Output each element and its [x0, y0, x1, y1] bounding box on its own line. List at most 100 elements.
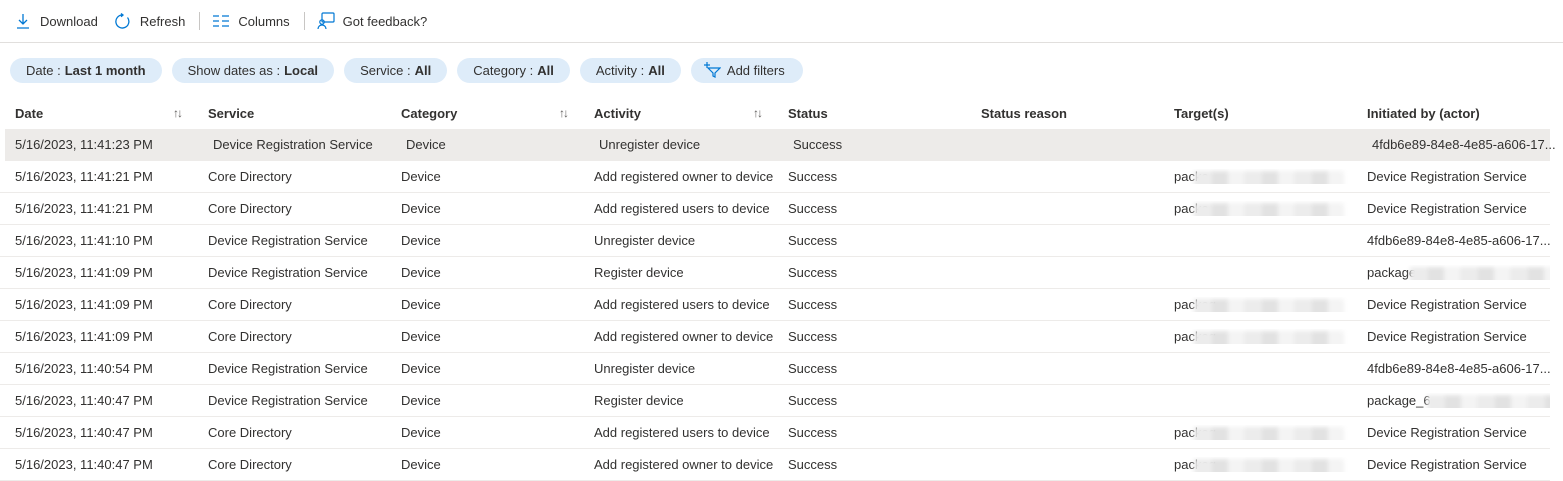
filter-service[interactable]: Service : All [344, 57, 448, 83]
redacted-value [1410, 267, 1550, 280]
columns-label: Columns [238, 13, 290, 29]
filter-date[interactable]: Date : Last 1 month [10, 57, 162, 83]
cell-status: Success [788, 233, 838, 248]
feedback-icon [317, 12, 335, 30]
cell-targets: packag [1159, 329, 1352, 344]
cell-initiated-by: Device Registration Service [1367, 457, 1527, 472]
table-row[interactable]: 5/16/2023, 11:41:21 PM Core Directory De… [0, 193, 1550, 225]
download-label: Download [40, 13, 98, 29]
table-row[interactable]: 5/16/2023, 11:40:47 PM Core Directory De… [0, 417, 1550, 449]
columns-button[interactable]: Columns [210, 6, 295, 36]
redacted-value [1194, 427, 1344, 440]
column-header-service[interactable]: Service [193, 106, 386, 121]
filter-activity[interactable]: Activity : All [579, 57, 681, 83]
cell-date: 5/16/2023, 11:40:47 PM [15, 425, 153, 440]
cell-date: 5/16/2023, 11:41:21 PM [15, 169, 153, 184]
cell-category: Device [401, 425, 441, 440]
column-header-targets[interactable]: Target(s) [1159, 106, 1352, 121]
cell-service: Core Directory [208, 329, 292, 344]
toolbar-divider [303, 12, 305, 30]
column-header-status[interactable]: Status [773, 106, 966, 121]
table-row[interactable]: 5/16/2023, 11:40:47 PM Core Directory De… [0, 449, 1550, 481]
cell-initiated-by: 4fdb6e89-84e8-4e85-a606-17... [1372, 137, 1555, 152]
cell-date: 5/16/2023, 11:41:10 PM [15, 233, 153, 248]
cell-service: Device Registration Service [213, 137, 373, 152]
cell-date: 5/16/2023, 11:40:47 PM [15, 457, 153, 472]
column-header-initiated-by[interactable]: Initiated by (actor) [1352, 106, 1550, 121]
cell-targets: packag [1159, 425, 1352, 440]
cell-status: Success [788, 457, 838, 472]
redacted-value [1194, 171, 1344, 184]
column-header-activity[interactable]: Activity ↑↓ [579, 106, 773, 121]
cell-status: Success [788, 329, 838, 344]
feedback-button[interactable]: Got feedback? [315, 6, 434, 36]
cell-activity: Unregister device [594, 361, 696, 376]
cell-category: Device [401, 393, 441, 408]
cell-date: 5/16/2023, 11:41:09 PM [15, 329, 153, 344]
cell-service: Core Directory [208, 425, 292, 440]
cell-status: Success [788, 361, 838, 376]
column-header-category[interactable]: Category ↑↓ [386, 106, 579, 121]
cell-initiated-by: package_6 [1352, 393, 1550, 408]
cell-initiated-by: Device Registration Service [1367, 425, 1527, 440]
cell-status: Success [788, 201, 838, 216]
redacted-value [1194, 299, 1344, 312]
redacted-value [1194, 331, 1344, 344]
cell-initiated-by: 4fdb6e89-84e8-4e85-a606-17... [1367, 233, 1550, 248]
cell-category: Device [401, 361, 441, 376]
sort-icon[interactable]: ↑↓ [753, 106, 763, 120]
table-row[interactable]: 5/16/2023, 11:41:21 PM Core Directory De… [0, 161, 1550, 193]
cell-category: Device [401, 297, 441, 312]
filter-show-dates[interactable]: Show dates as : Local [171, 57, 335, 83]
cell-service: Device Registration Service [208, 265, 368, 280]
cell-category: Device [401, 169, 441, 184]
refresh-button[interactable]: Refresh [112, 6, 192, 36]
download-icon [14, 12, 32, 30]
add-filters-label: Add filters [726, 62, 785, 78]
cell-date: 5/16/2023, 11:40:47 PM [15, 393, 153, 408]
cell-service: Device Registration Service [208, 233, 368, 248]
cell-service: Device Registration Service [208, 393, 368, 408]
filter-bar: Date : Last 1 month Show dates as : Local … [0, 43, 1563, 97]
table-row[interactable]: 5/16/2023, 11:40:54 PM Device Registrati… [0, 353, 1550, 385]
cell-activity: Add registered owner to device [594, 169, 773, 184]
sort-icon[interactable]: ↑↓ [559, 106, 569, 120]
cell-status: Success [793, 137, 843, 152]
cell-activity: Add registered users to device [594, 297, 770, 312]
cell-activity: Add registered users to device [594, 425, 770, 440]
cell-initiated-by: Device Registration Service [1367, 297, 1527, 312]
column-header-date[interactable]: Date ↑↓ [0, 106, 193, 121]
cell-targets: packa [1159, 169, 1352, 184]
column-header-status-reason[interactable]: Status reason [966, 106, 1159, 121]
cell-initiated-by: Device Registration Service [1367, 169, 1527, 184]
refresh-icon [114, 12, 132, 30]
table-row[interactable]: 5/16/2023, 11:41:10 PM Device Registrati… [0, 225, 1550, 257]
cell-initiated-by: 4fdb6e89-84e8-4e85-a606-17... [1367, 361, 1550, 376]
cell-activity: Register device [594, 393, 684, 408]
table-row[interactable]: 5/16/2023, 11:41:09 PM Core Directory De… [0, 289, 1550, 321]
cell-service: Core Directory [208, 201, 292, 216]
table-header: Date ↑↓ Service Category ↑↓ Activity ↑↓ Sta… [0, 97, 1563, 129]
redacted-value [1194, 203, 1344, 216]
sort-icon[interactable]: ↑↓ [173, 106, 183, 120]
filter-category[interactable]: Category : All [457, 57, 570, 83]
cell-category: Device [401, 265, 441, 280]
redacted-value [1194, 459, 1344, 472]
cell-category: Device [406, 137, 446, 152]
toolbar: Download Refresh Columns Got feedback? [0, 0, 1563, 43]
cell-initiated-by: package [1352, 265, 1550, 280]
download-button[interactable]: Download [12, 6, 104, 36]
cell-initiated-by: Device Registration Service [1367, 201, 1527, 216]
cell-status: Success [788, 425, 838, 440]
cell-status: Success [788, 265, 838, 280]
cell-status: Success [788, 393, 838, 408]
cell-date: 5/16/2023, 11:40:54 PM [15, 361, 153, 376]
cell-date: 5/16/2023, 11:41:23 PM [15, 137, 153, 152]
table-row[interactable]: 5/16/2023, 11:40:47 PM Device Registrati… [0, 385, 1550, 417]
table-row[interactable]: 5/16/2023, 11:41:09 PM Device Registrati… [0, 257, 1550, 289]
table-row[interactable]: 5/16/2023, 11:41:23 PM Device Registrati… [5, 129, 1555, 161]
add-filters-button[interactable]: Add filters [690, 57, 803, 83]
cell-targets: packag [1159, 457, 1352, 472]
cell-activity: Unregister device [594, 233, 696, 248]
table-row[interactable]: 5/16/2023, 11:41:09 PM Core Directory De… [0, 321, 1550, 353]
